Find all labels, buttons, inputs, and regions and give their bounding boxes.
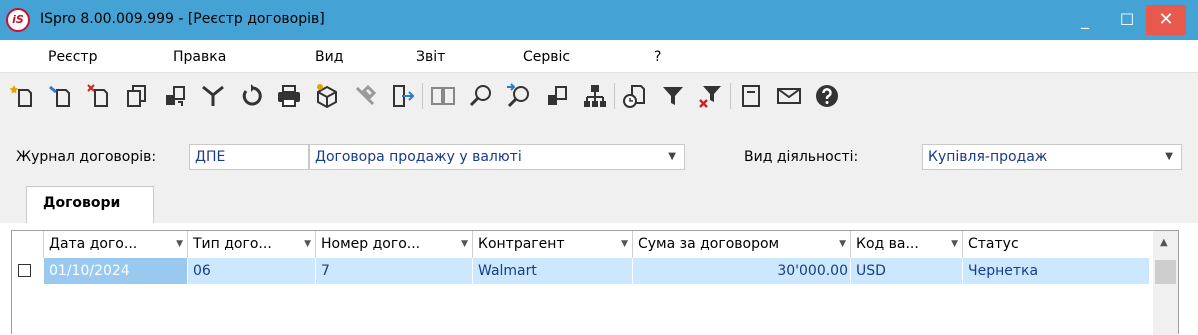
- history-document-icon[interactable]: [622, 83, 648, 109]
- help-icon[interactable]: [814, 83, 840, 109]
- menu-view[interactable]: Вид: [315, 49, 343, 65]
- select-column-header: [12, 231, 44, 258]
- tools-icon[interactable]: [352, 83, 378, 109]
- tab-strip: [0, 183, 1198, 223]
- cell-status: Чернетка: [963, 258, 1150, 284]
- menu-help[interactable]: ?: [654, 49, 661, 65]
- package-icon[interactable]: [314, 83, 340, 109]
- journal-code-field[interactable]: ДПЕ: [189, 144, 309, 170]
- menu-registry[interactable]: Реєстр: [48, 49, 97, 65]
- hierarchy-icon[interactable]: [582, 83, 608, 109]
- cell-amount: 30'000.00: [633, 258, 851, 284]
- clear-filter-icon[interactable]: [698, 83, 724, 109]
- column-header-status[interactable]: Статус: [963, 231, 1153, 258]
- journal-name-value: Договора продажу у валюті: [315, 149, 522, 165]
- scroll-up-icon[interactable]: ▲: [1160, 237, 1168, 248]
- column-header-counterparty[interactable]: Контрагент ▼: [473, 231, 633, 258]
- scrollbar-thumb[interactable]: [1155, 260, 1176, 284]
- column-header-date[interactable]: Дата дого... ▼: [44, 231, 188, 258]
- menu-bar: Реєстр Правка Вид Звіт Сервіс ?: [0, 40, 1198, 70]
- column-filter-icon: ▼: [461, 239, 468, 249]
- activity-label: Вид діяльності:: [744, 149, 859, 165]
- row-checkbox[interactable]: [18, 264, 31, 277]
- maximize-button[interactable]: ☐: [1104, 0, 1150, 40]
- filter-icon[interactable]: [660, 83, 686, 109]
- menu-edit[interactable]: Правка: [173, 49, 226, 65]
- new-document-icon[interactable]: [9, 83, 36, 109]
- copy-document-icon[interactable]: [124, 83, 150, 109]
- row-checkbox-cell: [12, 258, 44, 284]
- toolbar-separator: [422, 83, 423, 109]
- transfer-icon[interactable]: [544, 83, 570, 109]
- refresh-icon[interactable]: [238, 83, 264, 109]
- column-filter-icon: ▼: [839, 239, 846, 249]
- book-icon[interactable]: [430, 83, 456, 109]
- mail-icon[interactable]: [776, 83, 802, 109]
- column-header-type[interactable]: Тип дого... ▼: [188, 231, 316, 258]
- column-filter-icon: ▼: [621, 239, 628, 249]
- contracts-table: Дата дого... ▼ Тип дого... ▼ Номер дого...…: [11, 230, 1179, 335]
- title-bar: iS ISpro 8.00.009.999 - [Реєстр договорі…: [0, 0, 1198, 40]
- chevron-down-icon[interactable]: ▼: [1165, 145, 1173, 169]
- journal-name-combo[interactable]: Договора продажу у валюті ▼: [309, 144, 685, 170]
- tab-contracts[interactable]: Договори: [26, 186, 154, 224]
- close-button[interactable]: ✕: [1146, 5, 1186, 35]
- search-next-icon[interactable]: [506, 83, 532, 109]
- menu-report[interactable]: Звіт: [416, 49, 445, 65]
- column-header-amount[interactable]: Сума за договором ▼: [633, 231, 851, 258]
- column-header-number[interactable]: Номер дого... ▼: [316, 231, 473, 258]
- menu-service[interactable]: Сервіс: [523, 49, 570, 65]
- vertical-scrollbar[interactable]: ▲: [1153, 231, 1178, 335]
- journal-label: Журнал договорів:: [16, 149, 157, 165]
- cell-type: 06: [188, 258, 316, 284]
- chevron-down-icon[interactable]: ▼: [668, 145, 676, 169]
- column-filter-icon: ▼: [304, 239, 311, 249]
- move-icon[interactable]: [162, 83, 188, 109]
- cell-number: 7: [316, 258, 473, 284]
- table-row[interactable]: 01/10/2024 06 7 Walmart 30'000.00 USD Че…: [12, 258, 1150, 284]
- activity-value: Купівля-продаж: [928, 149, 1048, 165]
- cell-counterparty: Walmart: [473, 258, 633, 284]
- search-icon[interactable]: [468, 83, 494, 109]
- edit-document-icon[interactable]: [48, 83, 74, 109]
- notepad-icon[interactable]: [738, 83, 764, 109]
- app-window: iS ISpro 8.00.009.999 - [Реєстр договорі…: [0, 0, 1198, 335]
- activity-combo[interactable]: Купівля-продаж ▼: [922, 144, 1182, 170]
- print-icon[interactable]: [276, 83, 302, 109]
- ispro-logo-icon: iS: [6, 8, 30, 32]
- minimize-button[interactable]: _: [1062, 0, 1108, 40]
- column-filter-icon: ▼: [176, 239, 183, 249]
- column-filter-icon: ▼: [951, 239, 958, 249]
- filter-panel: Журнал договорів: ДПЕ Договора продажу у…: [0, 123, 1198, 183]
- toolbar: [0, 72, 1198, 123]
- toolbar-separator: [614, 83, 615, 109]
- column-header-currency[interactable]: Код ва... ▼: [851, 231, 963, 258]
- exit-icon[interactable]: [390, 83, 416, 109]
- merge-icon[interactable]: [200, 83, 226, 109]
- cell-currency: USD: [851, 258, 963, 284]
- cell-date: 01/10/2024: [44, 258, 188, 284]
- delete-document-icon[interactable]: [86, 83, 112, 109]
- toolbar-separator: [730, 83, 731, 109]
- window-title: ISpro 8.00.009.999 - [Реєстр договорів]: [40, 11, 325, 27]
